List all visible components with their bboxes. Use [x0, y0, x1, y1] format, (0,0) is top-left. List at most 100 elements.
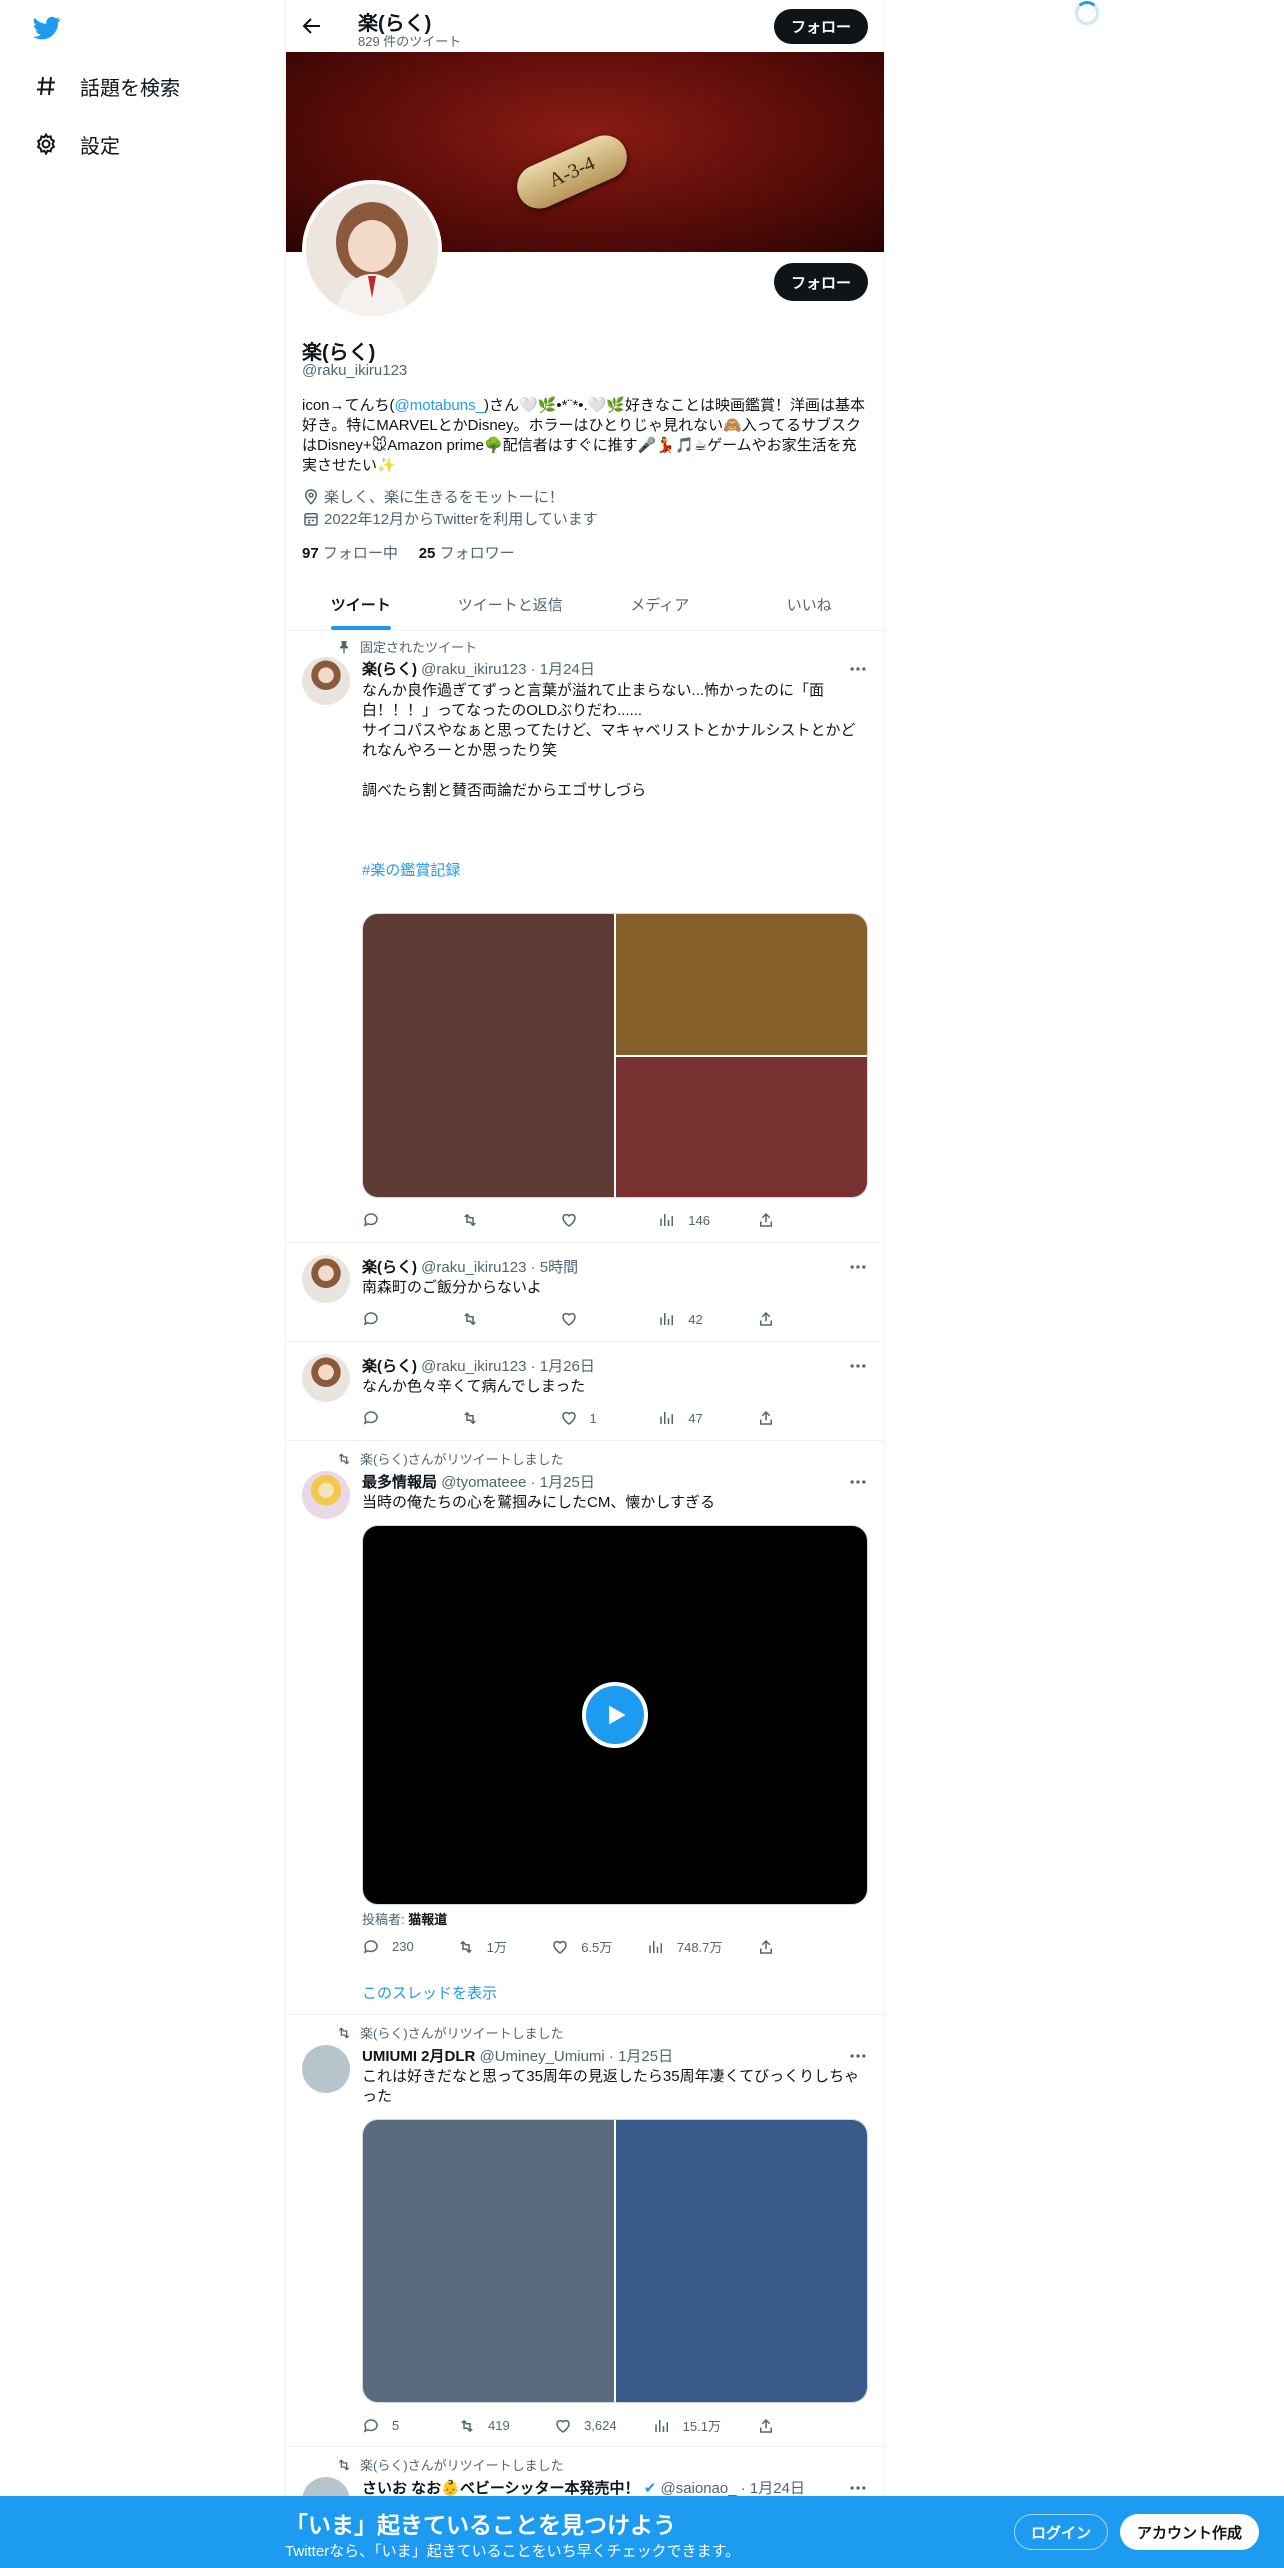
like-button[interactable]	[560, 1310, 620, 1328]
avatar[interactable]	[302, 2045, 350, 2093]
header-follow-button[interactable]: フォロー	[774, 9, 868, 44]
like-button[interactable]: 3,624	[554, 2416, 617, 2435]
pinned-context: 固定されたツイート	[336, 637, 477, 656]
hashtag-link[interactable]: #楽の鑑賞記録	[362, 861, 868, 881]
views-button[interactable]: 748.7万	[647, 1937, 722, 1956]
views-chart-icon	[660, 1313, 674, 1325]
tweet-header: 楽(らく) @raku_ikiru123 · 1月24日	[362, 661, 595, 678]
tab-tweets-and-replies[interactable]: ツイートと返信	[436, 578, 586, 630]
calendar-icon	[304, 512, 318, 526]
retweet-icon	[459, 1940, 472, 1953]
retweet-button[interactable]: 1万	[457, 1937, 517, 1956]
login-button[interactable]: ログイン	[1014, 2514, 1108, 2550]
share-button[interactable]	[757, 1409, 787, 1427]
tweet-retweeted[interactable]: 楽(らく)さんがリツイートしました 最多情報局 @tyomateee · 1月2…	[286, 1441, 884, 2015]
retweet-button[interactable]	[461, 1310, 521, 1328]
location-pin-icon	[304, 488, 318, 505]
share-button[interactable]	[757, 1211, 787, 1229]
nav-explore[interactable]: 話題を検索	[34, 66, 180, 106]
tweet-text: 南森町のご飯分からないよ	[362, 1279, 542, 1296]
media-image[interactable]	[616, 2120, 867, 2402]
bio-mention-link[interactable]: @motabuns_	[395, 397, 484, 414]
verified-badge-icon: ✔	[643, 2480, 657, 2497]
tab-tweets[interactable]: ツイート	[286, 578, 436, 630]
tweet[interactable]: 楽(らく) @raku_ikiru123 · 5時間 南森町のご飯分からないよ …	[286, 1243, 884, 1342]
share-icon	[760, 1212, 772, 1227]
tab-media[interactable]: メディア	[585, 578, 735, 630]
tweet-text: 当時の俺たちの心を鷲掴みにしたCM、懐かしすぎる	[362, 1494, 716, 1511]
poster-name[interactable]: 猫報道	[408, 1912, 447, 1927]
heart-icon	[553, 1940, 567, 1954]
retweet-icon	[338, 2026, 350, 2039]
share-icon	[759, 2418, 772, 2433]
views-button[interactable]: 15.1万	[653, 2416, 721, 2435]
like-button[interactable]	[560, 1211, 620, 1229]
share-button[interactable]	[757, 2416, 787, 2435]
views-button[interactable]: 47	[658, 1409, 718, 1427]
back-arrow-icon[interactable]	[300, 14, 324, 38]
signup-button[interactable]: アカウント作成	[1120, 2514, 1259, 2550]
twitter-logo-icon[interactable]	[32, 14, 62, 42]
views-button[interactable]: 146	[658, 1211, 718, 1229]
reply-button[interactable]: 5	[362, 2416, 422, 2435]
more-icon[interactable]	[848, 2478, 868, 2498]
retweet-button[interactable]	[461, 1409, 521, 1427]
gear-icon	[36, 132, 56, 156]
more-icon[interactable]	[848, 1257, 868, 1277]
more-icon[interactable]	[848, 1472, 868, 1492]
media-image[interactable]	[363, 914, 614, 1197]
retweet-icon	[338, 1452, 350, 1465]
profile-avatar[interactable]	[302, 180, 442, 320]
more-icon[interactable]	[848, 2046, 868, 2066]
tweet-media[interactable]	[362, 913, 868, 1198]
tweet-actions: 1 47	[362, 1409, 787, 1427]
signup-banner: 「いま」起きていることを見つけよう Twitterなら、「いま」起きていることを…	[0, 2496, 1284, 2568]
retweet-icon	[463, 1312, 476, 1326]
tweet-media[interactable]	[362, 2119, 868, 2403]
show-thread-link[interactable]: このスレッドを表示	[362, 1982, 497, 2003]
following-link[interactable]: 97 フォロー中	[302, 545, 398, 562]
media-image[interactable]	[616, 914, 867, 1055]
avatar[interactable]	[302, 1471, 350, 1519]
play-icon	[609, 1705, 626, 1725]
avatar-illustration	[306, 184, 438, 316]
pin-icon	[340, 640, 348, 654]
play-button[interactable]	[582, 1682, 648, 1748]
retweet-icon	[461, 2419, 473, 2432]
reply-button[interactable]: 230	[362, 1937, 422, 1956]
views-button[interactable]: 42	[658, 1310, 718, 1328]
tweet-header: 最多情報局 @tyomateee · 1月25日	[362, 1474, 595, 1491]
tweet-pinned[interactable]: 固定されたツイート 楽(らく) @raku_ikiru123 · 1月24日 な…	[286, 631, 884, 1243]
like-button[interactable]: 6.5万	[551, 1937, 612, 1956]
more-icon[interactable]	[848, 659, 868, 679]
nav-settings[interactable]: 設定	[34, 124, 120, 164]
tweet[interactable]: 楽(らく) @raku_ikiru123 · 1月26日 なんか色々辛くて病んで…	[286, 1342, 884, 1441]
avatar[interactable]	[302, 1354, 350, 1402]
tab-likes[interactable]: いいね	[735, 578, 885, 630]
like-button[interactable]: 1	[560, 1409, 620, 1427]
reply-icon	[363, 1312, 378, 1326]
share-button[interactable]	[757, 1937, 787, 1956]
follow-button[interactable]: フォロー	[774, 263, 868, 301]
reply-button[interactable]	[362, 1211, 422, 1229]
loading-spinner-icon	[1075, 1, 1099, 25]
video-poster: 投稿者: 猫報道	[362, 1912, 448, 1927]
media-image[interactable]	[363, 2120, 614, 2402]
views-chart-icon	[649, 1940, 662, 1953]
tweet-video[interactable]	[362, 1525, 868, 1905]
reply-button[interactable]	[362, 1409, 422, 1427]
tweet-header: 楽(らく) @raku_ikiru123 · 1月26日	[362, 1358, 595, 1375]
more-icon[interactable]	[848, 1356, 868, 1376]
retweet-context: 楽(らく)さんがリツイートしました	[336, 2455, 564, 2474]
views-chart-icon	[654, 2419, 668, 2432]
retweet-button[interactable]: 419	[458, 2416, 518, 2435]
avatar[interactable]	[302, 657, 350, 705]
followers-link[interactable]: 25 フォロワー	[419, 545, 515, 562]
tweet-retweeted[interactable]: 楽(らく)さんがリツイートしました UMIUMI 2月DLR @Uminey_U…	[286, 2015, 884, 2447]
media-image[interactable]	[616, 1056, 867, 1197]
tweet-header: UMIUMI 2月DLR @Uminey_Umiumi · 1月25日	[362, 2048, 674, 2065]
reply-button[interactable]	[362, 1310, 422, 1328]
retweet-button[interactable]	[461, 1211, 521, 1229]
share-button[interactable]	[757, 1310, 787, 1328]
avatar[interactable]	[302, 1255, 350, 1303]
